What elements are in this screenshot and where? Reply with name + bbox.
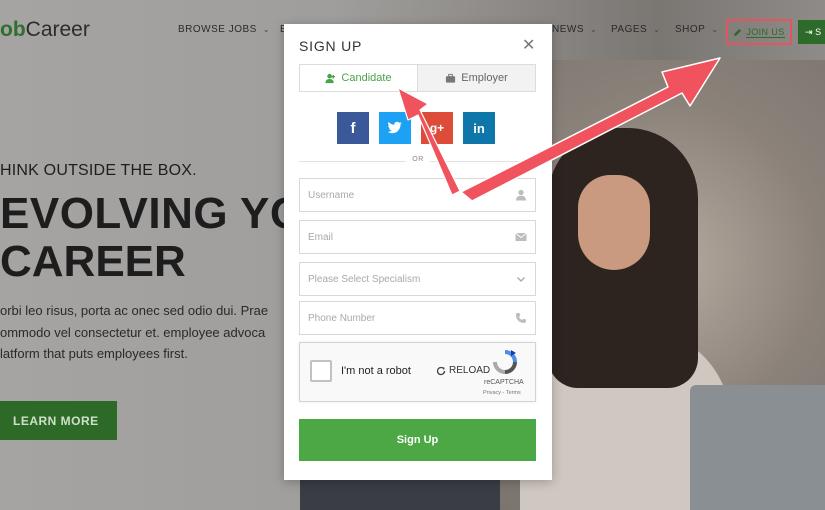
facebook-icon: f bbox=[350, 119, 356, 137]
tab-employer[interactable]: Employer bbox=[417, 65, 535, 91]
nav-news[interactable]: NEWS ⌄ bbox=[552, 24, 597, 35]
tab-label: Candidate bbox=[341, 72, 392, 84]
email-input[interactable] bbox=[308, 231, 515, 243]
hero-photo-person-face bbox=[578, 175, 650, 270]
recaptcha-widget: I'm not a robot RELOAD reCAPTCHA Privacy… bbox=[299, 342, 536, 402]
hero-photo-laptop bbox=[690, 385, 825, 510]
hero-text-line: ommodo vel consectetur et. employee advo… bbox=[0, 324, 266, 340]
sign-in-label: S bbox=[815, 27, 822, 37]
nav-browse-jobs[interactable]: BROWSE JOBS ⌄ bbox=[178, 24, 270, 35]
nav-label: NEWS bbox=[552, 24, 584, 35]
signup-modal: SIGN UP ✕ Candidate Employer f g+ in OR bbox=[284, 24, 552, 480]
twitter-icon bbox=[387, 121, 402, 134]
pencil-icon bbox=[734, 28, 742, 36]
sign-in-button[interactable]: ⇥ S bbox=[798, 20, 825, 44]
sign-up-button[interactable]: Sign Up bbox=[299, 419, 536, 461]
recaptcha-checkbox[interactable] bbox=[310, 360, 332, 382]
nav-pages[interactable]: PAGES ⌄ bbox=[611, 24, 660, 35]
recaptcha-terms-link[interactable]: Privacy - Terms bbox=[483, 390, 521, 396]
email-field[interactable] bbox=[299, 220, 536, 254]
hero-kicker: HINK OUTSIDE THE BOX. bbox=[0, 162, 197, 179]
recaptcha-brand: reCAPTCHA bbox=[484, 379, 524, 386]
tab-label: Employer bbox=[461, 72, 508, 84]
linkedin-button[interactable]: in bbox=[463, 112, 495, 144]
user-icon bbox=[516, 189, 526, 201]
sign-in-icon: ⇥ bbox=[805, 27, 813, 37]
social-login-buttons: f g+ in bbox=[337, 112, 495, 144]
nav-label: SHOP bbox=[675, 24, 706, 35]
envelope-icon bbox=[515, 232, 527, 241]
google-plus-button[interactable]: g+ bbox=[421, 112, 453, 144]
refresh-icon bbox=[436, 366, 446, 375]
phone-icon bbox=[516, 313, 526, 323]
nav-label: BROWSE JOBS bbox=[178, 24, 257, 35]
nav-label: PAGES bbox=[611, 24, 648, 35]
linkedin-icon: in bbox=[473, 120, 485, 136]
close-icon[interactable]: ✕ bbox=[522, 35, 535, 55]
recaptcha-logo-icon bbox=[493, 350, 517, 374]
site-logo[interactable]: obCareer bbox=[0, 18, 90, 42]
briefcase-icon bbox=[446, 73, 456, 83]
recaptcha-reload-button[interactable]: RELOAD bbox=[436, 365, 490, 376]
modal-title: SIGN UP bbox=[299, 38, 363, 54]
hero-title-line1: EVOLVING YO bbox=[0, 189, 305, 238]
facebook-button[interactable]: f bbox=[337, 112, 369, 144]
add-user-icon bbox=[325, 73, 336, 83]
chevron-down-icon: ⌄ bbox=[262, 25, 271, 34]
hero-text-line: orbi leo risus, porta ac onec sed odio d… bbox=[0, 303, 269, 318]
nav-shop[interactable]: SHOP ⌄ bbox=[675, 24, 719, 35]
google-plus-icon: g+ bbox=[429, 121, 445, 135]
username-field[interactable] bbox=[299, 178, 536, 212]
chevron-down-icon bbox=[517, 277, 525, 282]
learn-more-button[interactable]: LEARN MORE bbox=[0, 401, 117, 440]
logo-suffix: Career bbox=[25, 18, 90, 41]
username-input[interactable] bbox=[308, 189, 515, 201]
account-type-tabs: Candidate Employer bbox=[299, 64, 536, 92]
join-us-button[interactable]: JOIN US bbox=[726, 19, 792, 45]
specialism-placeholder: Please Select Specialism bbox=[308, 273, 421, 285]
hero-description: orbi leo risus, porta ac onec sed odio d… bbox=[0, 300, 290, 365]
twitter-button[interactable] bbox=[379, 112, 411, 144]
chevron-down-icon: ⌄ bbox=[653, 25, 661, 34]
chevron-down-icon: ⌄ bbox=[590, 25, 598, 34]
reload-label: RELOAD bbox=[449, 365, 491, 376]
tab-candidate[interactable]: Candidate bbox=[300, 65, 417, 91]
chevron-down-icon: ⌄ bbox=[711, 25, 719, 34]
phone-field[interactable] bbox=[299, 301, 536, 335]
join-us-label: JOIN US bbox=[746, 26, 785, 38]
specialism-select[interactable]: Please Select Specialism bbox=[299, 262, 536, 296]
or-label: OR bbox=[406, 156, 430, 163]
recaptcha-label: I'm not a robot bbox=[341, 365, 411, 377]
logo-prefix: ob bbox=[0, 18, 26, 41]
hero-text-line: latform that puts employees first. bbox=[0, 346, 188, 361]
hero-title-line2: CAREER bbox=[0, 237, 186, 286]
phone-input[interactable] bbox=[308, 312, 515, 324]
